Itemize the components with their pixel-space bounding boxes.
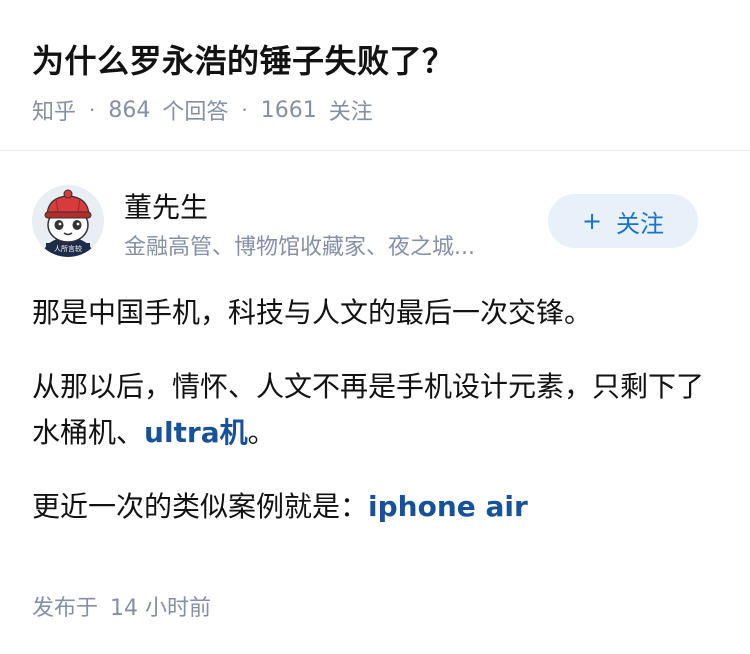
question-header: 为什么罗永浩的锤子失败了？ 知乎 · 864 个回答 · 1661 关注 bbox=[0, 0, 750, 151]
follower-count-label: 关注 bbox=[328, 100, 373, 125]
answer-paragraph-3: 更近一次的类似案例就是：iphone air bbox=[32, 484, 722, 530]
plus-icon: + bbox=[581, 207, 603, 235]
cartoon-hat-avatar-icon: 人所言较 bbox=[32, 185, 104, 257]
answer-paragraph-3-text: 更近一次的类似案例就是： bbox=[32, 490, 369, 523]
meta-separator: · bbox=[89, 98, 96, 122]
published-label: 发布于 bbox=[32, 596, 99, 621]
author-bio: 金融高管、博物馆收藏家、夜之城... bbox=[124, 235, 475, 260]
avatar[interactable]: 人所言较 bbox=[32, 185, 104, 257]
answer-count: 864 bbox=[108, 97, 151, 123]
question-title[interactable]: 为什么罗永浩的锤子失败了？ bbox=[32, 36, 455, 82]
author-name[interactable]: 董先生 bbox=[124, 186, 208, 226]
follow-button-label: 关注 bbox=[616, 209, 665, 238]
answer-paragraph-2-end: 。 bbox=[247, 416, 276, 449]
publish-time: 发布于 14 小时前 bbox=[32, 590, 211, 622]
author-row: 人所言较 董先生 金融高管、博物馆收藏家、夜之城... + 关注 bbox=[32, 182, 718, 266]
meta-separator: · bbox=[241, 98, 248, 122]
answer-count-label: 个回答 bbox=[162, 100, 229, 125]
answer-paragraph-2-text: 从那以后，情怀、人文不再是手机设计元素，只剩下了水桶机、 bbox=[32, 370, 705, 449]
answer-paragraph-2: 从那以后，情怀、人文不再是手机设计元素，只剩下了水桶机、ultra机。 bbox=[32, 364, 722, 456]
ultra-phone-link[interactable]: ultra机 bbox=[144, 416, 248, 449]
iphone-air-link[interactable]: iphone air bbox=[368, 490, 528, 523]
follow-button[interactable]: + 关注 bbox=[548, 194, 698, 248]
answer-content: 那是中国手机，科技与人文的最后一次交锋。 从那以后，情怀、人文不再是手机设计元素… bbox=[32, 290, 722, 558]
source-label[interactable]: 知乎 bbox=[32, 94, 76, 126]
avatar-caption: 人所言较 bbox=[54, 244, 82, 253]
published-time: 14 小时前 bbox=[110, 596, 212, 621]
follower-count: 1661 bbox=[260, 97, 317, 123]
answer-paragraph-1: 那是中国手机，科技与人文的最后一次交锋。 bbox=[32, 296, 593, 329]
question-meta: 知乎 · 864 个回答 · 1661 关注 bbox=[32, 94, 373, 126]
